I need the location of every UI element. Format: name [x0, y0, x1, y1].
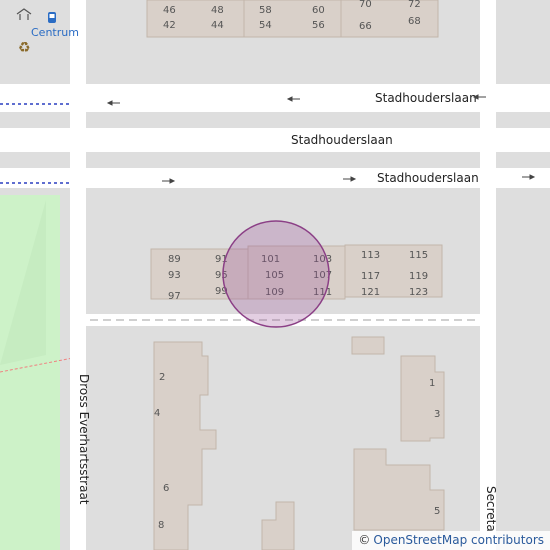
attribution-link[interactable]: OpenStreetMap contributors	[373, 533, 544, 547]
building-garage	[351, 336, 385, 355]
house-number: 6	[163, 483, 169, 494]
house-number: 4	[154, 408, 160, 419]
house-number: 115	[409, 250, 428, 261]
street-label: Stadhouderslaan	[375, 91, 477, 105]
svg-text:♻: ♻	[18, 40, 31, 56]
building-top-1	[146, 0, 245, 38]
house-number: 8	[158, 520, 164, 531]
house-number: 42	[163, 20, 176, 31]
house-number: 123	[409, 287, 428, 298]
street-label-vertical: Dross Everhartsstraat	[77, 374, 91, 505]
recycling-icon[interactable]: ♻	[18, 40, 31, 56]
copyright-symbol: ©	[358, 533, 371, 547]
house-number: 72	[408, 0, 421, 10]
house-number: 1	[429, 378, 435, 389]
building-top-3	[340, 0, 439, 38]
house-number: 97	[168, 291, 181, 302]
house-number: 48	[211, 5, 224, 16]
house-number: 3	[434, 409, 440, 420]
house-number: 60	[312, 5, 325, 16]
house-number: 44	[211, 20, 224, 31]
park-area	[0, 195, 60, 550]
house-number: 5	[434, 506, 440, 517]
bus-stop-icon[interactable]	[48, 12, 56, 23]
poi-label-centrum[interactable]: Centrum	[31, 26, 79, 39]
house-number: 93	[168, 270, 181, 281]
house-number: 2	[159, 372, 165, 383]
house-number: 58	[259, 5, 272, 16]
highlight-circle[interactable]	[222, 220, 330, 328]
street-label: Stadhouderslaan	[377, 171, 479, 185]
house-number: 56	[312, 20, 325, 31]
house-number: 70	[359, 0, 372, 10]
house-number: 54	[259, 20, 272, 31]
house-number: 119	[409, 271, 428, 282]
house-number: 121	[361, 287, 380, 298]
house-number: 89	[168, 254, 181, 265]
house-number: 117	[361, 271, 380, 282]
map-attribution: © OpenStreetMap contributors	[352, 531, 550, 550]
house-number: 46	[163, 5, 176, 16]
road-secreta	[480, 0, 496, 550]
street-label: Stadhouderslaan	[291, 133, 393, 147]
street-label-vertical: Secreta	[484, 486, 498, 532]
house-number: 66	[359, 21, 372, 32]
house-number: 113	[361, 250, 380, 261]
map-canvas[interactable]: 46 48 58 60 70 72 42 44 54 56 66 68 89 9…	[0, 0, 550, 550]
house-number: 68	[408, 16, 421, 27]
